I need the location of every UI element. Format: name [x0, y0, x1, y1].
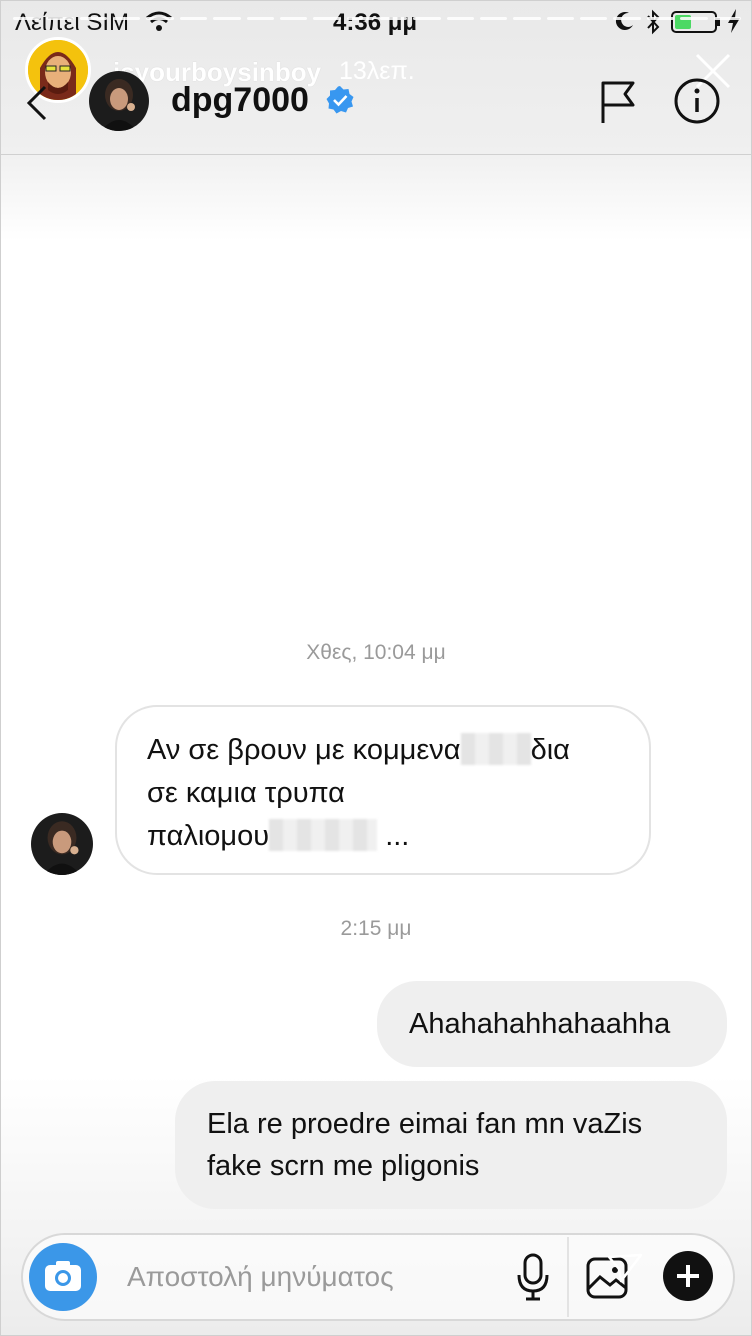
- progress-segment: [79, 17, 108, 20]
- info-icon[interactable]: [673, 77, 721, 125]
- sender-avatar[interactable]: [31, 813, 93, 875]
- progress-segment: [513, 17, 541, 20]
- message-input[interactable]: [127, 1257, 507, 1297]
- send-icon[interactable]: [605, 1251, 645, 1291]
- verified-icon: [326, 86, 354, 114]
- outgoing-message-bubble[interactable]: Ahahahahhahaahha: [377, 981, 727, 1067]
- progress-segment: [313, 17, 341, 20]
- charging-bolt-icon: [728, 9, 740, 33]
- plus-button[interactable]: [663, 1251, 713, 1301]
- back-icon[interactable]: [23, 83, 51, 123]
- status-time: 4:36 μμ: [333, 9, 418, 36]
- mic-icon[interactable]: [515, 1251, 551, 1303]
- progress-segment: [580, 17, 608, 20]
- message-text: παλιομου: [147, 820, 270, 852]
- header-divider: [1, 154, 751, 155]
- progress-segment: [413, 17, 441, 20]
- progress-segment: [346, 17, 374, 20]
- battery-icon: [671, 11, 720, 33]
- status-bar: Λείπει SIM 4:36 μμ: [1, 1, 751, 45]
- progress-segment: [446, 17, 475, 20]
- message-line: σε καμια τρυπα: [147, 772, 619, 815]
- carrier-label: Λείπει SIM: [15, 9, 129, 36]
- progress-segment: [613, 17, 641, 20]
- message-line: παλιομου ...: [147, 815, 619, 858]
- progress-segment: [480, 17, 508, 20]
- message-timestamp: 2:15 μμ: [340, 917, 412, 940]
- story-progress: [13, 17, 741, 21]
- message-text: Ahahahahhahaahha: [409, 1008, 671, 1040]
- profile-photo-icon: [89, 71, 149, 131]
- story-reply-screen: Λείπει SIM 4:36 μμ isyourboysinboy 13λεπ…: [0, 0, 752, 1336]
- progress-segment: [113, 17, 141, 20]
- message-timestamp: Χθες, 10:04 μμ: [306, 641, 446, 664]
- chat-username[interactable]: dpg7000: [171, 81, 309, 120]
- progress-segment: [546, 17, 575, 20]
- incoming-message-bubble[interactable]: Αν σε βρουν με κομμενα δια σε καμια τρυπα…: [115, 705, 651, 875]
- progress-segment: [680, 17, 708, 20]
- story-time-ago: 13λεπ.: [339, 57, 415, 85]
- message-text: ...: [377, 820, 410, 852]
- censored-text: [269, 819, 378, 851]
- moon-icon: [615, 12, 633, 31]
- message-text: Αν σε βρουν με κομμενα: [147, 734, 461, 766]
- camera-icon: [45, 1261, 81, 1291]
- progress-segment: [246, 17, 274, 20]
- plus-icon: [677, 1265, 699, 1287]
- progress-segment: [13, 17, 41, 20]
- progress-segment: [179, 17, 208, 20]
- progress-segment: [213, 17, 241, 20]
- progress-segment: [46, 17, 74, 20]
- progress-segment: [379, 17, 408, 20]
- camera-button[interactable]: [29, 1243, 97, 1311]
- composer-divider: [567, 1237, 569, 1317]
- message-text: δια: [530, 734, 570, 766]
- chat-avatar[interactable]: [89, 71, 149, 131]
- progress-segment: [279, 17, 308, 20]
- progress-segment: [146, 17, 174, 20]
- bluetooth-icon: [647, 9, 660, 35]
- censored-text: [460, 733, 531, 765]
- wifi-icon: [146, 11, 172, 31]
- profile-photo-icon: [31, 813, 93, 875]
- message-text: σε καμια τρυπα: [147, 777, 345, 809]
- progress-segment: [646, 17, 675, 20]
- outgoing-message-bubble[interactable]: Ela re proedre eimai fan mn vaZis fake s…: [175, 1081, 727, 1209]
- flag-icon[interactable]: [597, 77, 639, 125]
- message-line: Αν σε βρουν με κομμενα δια: [147, 729, 619, 772]
- progress-segment: [713, 17, 741, 20]
- message-text: Ela re proedre eimai fan mn vaZis fake s…: [207, 1108, 643, 1182]
